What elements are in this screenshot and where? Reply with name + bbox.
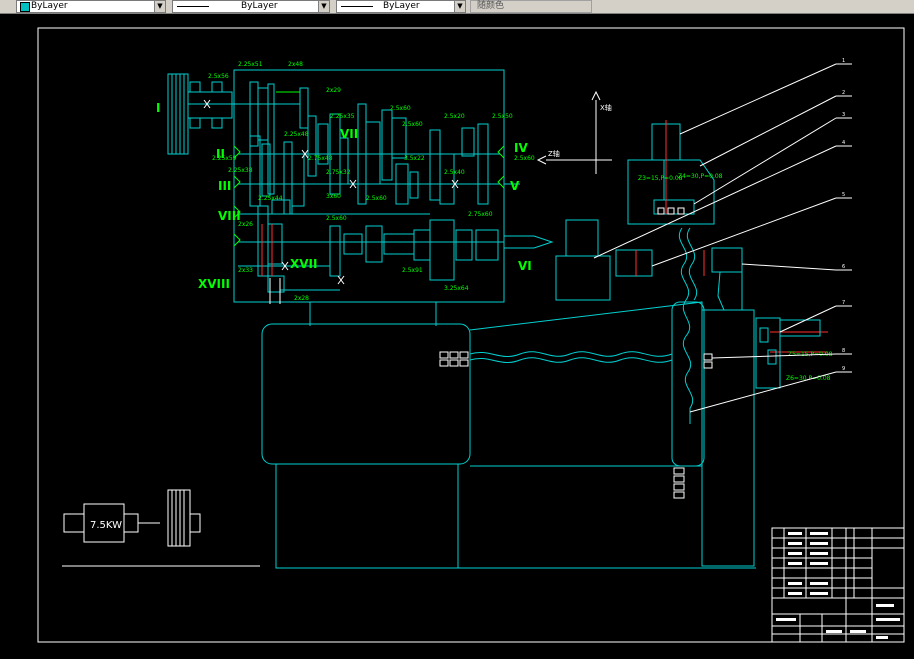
shaft-label-XVIII: XVIII <box>198 277 230 291</box>
gear-label: Z6=30,P=0.08 <box>786 375 831 382</box>
linetype-combo[interactable]: ByLayer ▼ <box>172 0 330 13</box>
gear-label: 2x48 <box>288 61 303 68</box>
gear-label: 2.5x60 <box>326 215 347 222</box>
shaft-label-IV: IV <box>514 141 528 155</box>
layer-combo[interactable]: ByLayer ▼ <box>16 0 166 13</box>
gear-label: 2.75x60 <box>468 211 493 218</box>
shaft-label-III: III <box>218 179 231 193</box>
balloon-number: 6 <box>842 264 845 270</box>
drawing-canvas[interactable]: I II III IV V VI VII VIII XVII XVIII 2.5… <box>0 14 914 655</box>
gear-label: 2.5x40 <box>444 169 465 176</box>
balloon-number: 7 <box>842 300 845 306</box>
axis-x-label: X轴 <box>600 103 612 112</box>
gear-label: 3x60 <box>326 193 341 200</box>
layer-color-swatch <box>20 2 30 12</box>
shaft-label-VII: VII <box>340 127 358 141</box>
cad-drawing[interactable]: I II III IV V VI VII VIII XVII XVIII 2.5… <box>0 14 914 655</box>
gear-label: 2.5x60 <box>366 195 387 202</box>
shaft-label-V: V <box>510 179 520 193</box>
shaft-labels: I II III IV V VI VII VIII XVII XVIII <box>156 101 532 291</box>
lineweight-combo-value: ByLayer <box>383 1 420 11</box>
gear-label: Z3=15,P=0.08 <box>638 175 683 182</box>
apron-body <box>261 301 821 569</box>
gear-label: 2x29 <box>326 87 341 94</box>
shaft-label-VI: VI <box>518 259 532 273</box>
shaft-label-I: I <box>156 101 160 115</box>
leader-lines <box>593 63 852 413</box>
linetype-combo-value: ByLayer <box>241 1 278 11</box>
chevron-down-icon[interactable]: ▼ <box>454 1 465 12</box>
gear-label: 2.5x56 <box>208 73 229 80</box>
gear-label: 3.25x64 <box>444 285 469 292</box>
gear-label: Z4=30,P=0.08 <box>678 173 723 180</box>
chevron-down-icon[interactable]: ▼ <box>154 1 165 12</box>
gear-label: 2.25x38 <box>228 167 253 174</box>
gear-label: 2.5x20 <box>444 113 465 120</box>
shaft-label-XVII: XVII <box>290 257 317 271</box>
motor-power-label: 7.5KW <box>90 520 122 531</box>
gear-label: 2.25x59 <box>212 155 237 162</box>
gear-label: 2x26 <box>238 221 253 228</box>
gearbox-center-lines <box>261 224 273 276</box>
bearing-symbols <box>439 207 713 499</box>
gear-label: 2.5x91 <box>402 267 423 274</box>
lineweight-preview <box>341 6 373 7</box>
layer-combo-value: ByLayer <box>31 1 68 11</box>
chevron-down-icon[interactable]: ▼ <box>318 1 329 12</box>
balloon-number: 1 <box>842 58 845 64</box>
leader-numbers: 1 2 3 4 5 6 7 8 9 <box>842 58 845 372</box>
gear-label: 2.5x60 <box>390 105 411 112</box>
linetype-preview <box>177 6 209 7</box>
gear-label: 2.25x48 <box>284 131 309 138</box>
axis-z-label: Z轴 <box>548 149 560 158</box>
gear-label: 2.5x60 <box>402 121 423 128</box>
gear-label: 3.5x22 <box>404 155 425 162</box>
balloon-number: 5 <box>842 192 845 198</box>
balloon-number: 9 <box>842 366 845 372</box>
gear-label: 2.25x35 <box>330 113 355 120</box>
gear-label: 2.25x44 <box>258 195 283 202</box>
balloon-number: 4 <box>842 140 845 146</box>
cross-slide <box>555 123 743 424</box>
plotstyle-combo[interactable]: 随颜色 <box>470 0 592 13</box>
lineweight-combo[interactable]: ByLayer ▼ <box>336 0 466 13</box>
gear-label: 2x33 <box>238 267 253 274</box>
gear-label: 2x28 <box>294 295 309 302</box>
gear-label: 2.5x50 <box>492 113 513 120</box>
gear-label: 2.25x51 <box>238 61 263 68</box>
gear-label: 2.5x60 <box>514 155 535 162</box>
balloon-number: 2 <box>842 90 845 96</box>
balloon-number: 3 <box>842 112 845 118</box>
balloon-number: 8 <box>842 348 845 354</box>
gear-label: 2.75x32 <box>326 169 351 176</box>
properties-toolbar: ByLayer ▼ ByLayer ▼ ByLayer ▼ 随颜色 <box>0 0 914 14</box>
plotstyle-combo-value: 随颜色 <box>477 1 505 11</box>
gear-label: 2.75x48 <box>308 155 333 162</box>
